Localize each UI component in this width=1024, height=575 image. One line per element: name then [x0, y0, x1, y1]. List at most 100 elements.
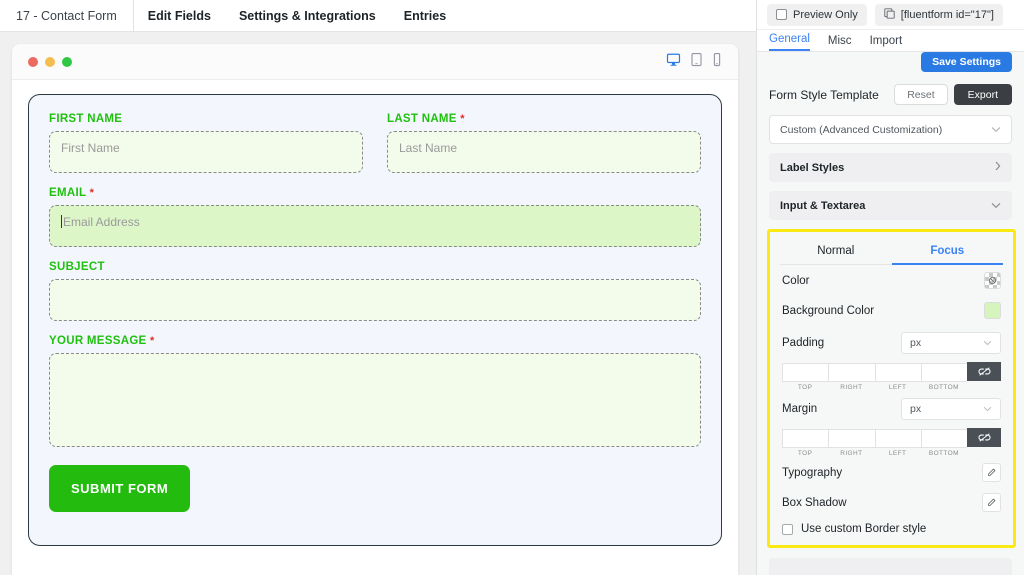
margin-link-values-button[interactable]: [967, 428, 1001, 447]
padding-unit-select[interactable]: px: [901, 332, 1001, 354]
copy-icon: [884, 7, 895, 22]
padding-left-input[interactable]: [874, 363, 921, 382]
padding-right-sublabel: RIGHT: [840, 384, 863, 391]
tab-import[interactable]: Import: [870, 35, 903, 51]
field-first-name: FIRST NAME First Name: [49, 113, 363, 173]
form-editor-pane: 17 - Contact Form Edit Fields Settings &…: [0, 0, 756, 575]
padding-right-input[interactable]: [828, 363, 875, 382]
state-tabs: Normal Focus: [780, 238, 1003, 265]
margin-left-cell: LEFT: [874, 428, 921, 457]
input-email[interactable]: Email Address: [49, 205, 701, 247]
tab-focus[interactable]: Focus: [891, 238, 1003, 265]
chevron-right-icon: [995, 161, 1001, 174]
padding-link-values-button[interactable]: [967, 362, 1001, 381]
preview-canvas: FIRST NAME First Name LAST NAME * Last N…: [12, 44, 738, 575]
padding-top-cell: TOP: [782, 362, 829, 391]
required-marker: *: [460, 113, 465, 125]
template-select[interactable]: Custom (Advanced Customization): [769, 115, 1012, 144]
input-subject[interactable]: [49, 279, 701, 321]
style-settings-pane: Preview Only [fluentform id="17"] Genera…: [756, 0, 1024, 575]
chevron-down-icon: [983, 404, 992, 414]
reset-button[interactable]: Reset: [894, 84, 948, 105]
form-style-template-row: Form Style Template Reset Export: [757, 78, 1024, 115]
close-dot-icon: [28, 56, 38, 67]
next-section-placeholder[interactable]: [769, 558, 1012, 575]
margin-right-cell: RIGHT: [828, 428, 875, 457]
editor-topbar: 17 - Contact Form Edit Fields Settings &…: [0, 0, 756, 32]
typography-edit-button[interactable]: [982, 463, 1001, 482]
tablet-icon[interactable]: [690, 52, 703, 72]
required-marker: *: [150, 335, 155, 347]
padding-top-sublabel: TOP: [797, 384, 813, 391]
export-button[interactable]: Export: [953, 84, 1012, 105]
submit-form-button[interactable]: SUBMIT FORM: [49, 465, 191, 512]
margin-top-cell: TOP: [782, 428, 829, 457]
accordion-label: Input & Textarea: [780, 199, 866, 212]
margin-top-input[interactable]: [782, 429, 829, 448]
margin-bottom-input[interactable]: [920, 429, 967, 448]
preview-browser-chrome: [12, 44, 738, 80]
box-shadow-control: Box Shadow: [770, 487, 1013, 517]
nav-entries[interactable]: Entries: [390, 0, 460, 32]
accordion-label: Label Styles: [780, 161, 845, 174]
nav-settings-integrations[interactable]: Settings & Integrations: [225, 0, 390, 32]
color-label: Color: [782, 274, 810, 287]
minimize-dot-icon: [45, 56, 55, 67]
window-dots: [28, 56, 72, 67]
input-style-panel-highlighted: Normal Focus Color Background Color Padd…: [767, 229, 1016, 548]
background-color-control: Background Color: [770, 295, 1013, 325]
checkbox-icon[interactable]: [782, 523, 793, 535]
margin-left-input[interactable]: [874, 429, 921, 448]
box-shadow-label: Box Shadow: [782, 496, 847, 509]
margin-right-input[interactable]: [828, 429, 875, 448]
input-first-name[interactable]: First Name: [49, 131, 363, 173]
app-root: 17 - Contact Form Edit Fields Settings &…: [0, 0, 1024, 575]
color-control: Color: [770, 265, 1013, 295]
device-switcher: [666, 52, 722, 72]
form-style-template-title: Form Style Template: [769, 87, 879, 102]
template-select-value: Custom (Advanced Customization): [780, 123, 943, 136]
shortcode-label: [fluentform id="17"]: [900, 8, 994, 21]
background-color-label: Background Color: [782, 304, 875, 317]
tab-misc[interactable]: Misc: [828, 35, 852, 51]
margin-unit-select[interactable]: px: [901, 398, 1001, 420]
padding-bottom-input[interactable]: [920, 363, 967, 382]
tab-normal[interactable]: Normal: [780, 238, 892, 264]
margin-label: Margin: [782, 403, 818, 415]
padding-left-cell: LEFT: [874, 362, 921, 391]
typography-control: Typography: [770, 457, 1013, 487]
nav-edit-fields[interactable]: Edit Fields: [134, 0, 225, 32]
save-settings-button[interactable]: Save Settings: [921, 52, 1012, 72]
use-custom-border-style-row[interactable]: Use custom Border style: [770, 517, 1013, 539]
preview-only-label: Preview Only: [793, 8, 858, 21]
padding-inputs: TOP RIGHT LEFT BOTTOM: [782, 362, 1001, 391]
label-subject: SUBJECT: [49, 261, 105, 273]
margin-control: Margin px: [770, 391, 1013, 426]
accordion-input-textarea[interactable]: Input & Textarea: [769, 191, 1012, 220]
margin-unit-value: px: [910, 403, 922, 415]
desktop-icon[interactable]: [666, 52, 681, 72]
margin-bottom-cell: BOTTOM: [920, 428, 967, 457]
field-subject: SUBJECT: [49, 261, 701, 321]
padding-label: Padding: [782, 337, 825, 349]
checkbox-icon[interactable]: [776, 9, 787, 20]
textarea-your-message[interactable]: [49, 353, 701, 447]
padding-control: Padding px: [770, 325, 1013, 360]
tab-general[interactable]: General: [769, 33, 810, 51]
preview-only-toggle[interactable]: Preview Only: [767, 3, 867, 26]
input-last-name[interactable]: Last Name: [387, 131, 701, 173]
color-swatch[interactable]: [984, 272, 1001, 289]
chevron-down-icon: [991, 200, 1001, 212]
shortcode-copy-button[interactable]: [fluentform id="17"]: [874, 3, 1003, 26]
accordion-label-styles[interactable]: Label Styles: [769, 153, 1012, 182]
box-shadow-edit-button[interactable]: [982, 493, 1001, 512]
use-custom-border-style-label: Use custom Border style: [801, 523, 927, 535]
padding-top-input[interactable]: [782, 363, 829, 382]
text-caret: [61, 215, 62, 228]
background-color-swatch[interactable]: [984, 302, 1001, 319]
name-row: FIRST NAME First Name LAST NAME * Last N…: [49, 113, 701, 187]
mobile-icon[interactable]: [712, 52, 722, 72]
padding-unit-value: px: [910, 337, 922, 349]
padding-right-cell: RIGHT: [828, 362, 875, 391]
save-settings-row: Save Settings: [757, 52, 1024, 78]
